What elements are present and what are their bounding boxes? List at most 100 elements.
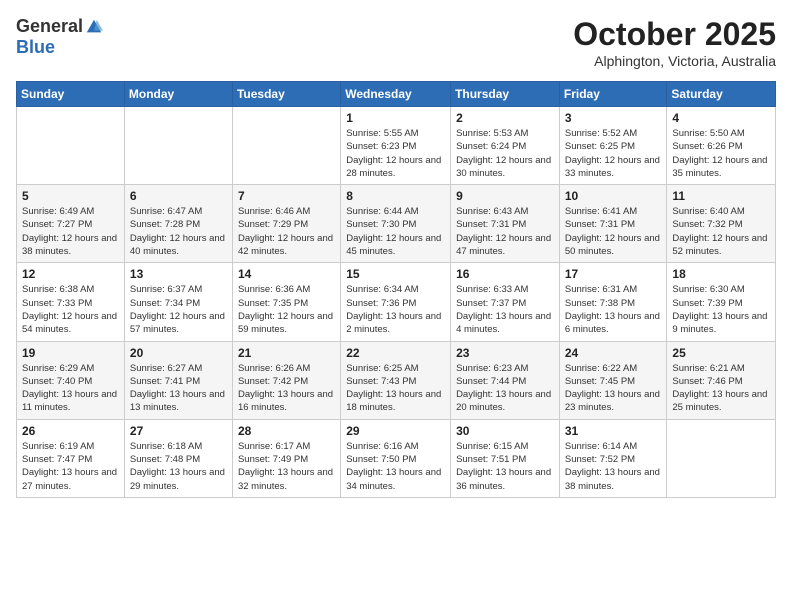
day-number: 28 — [238, 424, 335, 438]
title-area: October 2025 Alphington, Victoria, Austr… — [573, 16, 776, 69]
day-info: Sunrise: 6:17 AM Sunset: 7:49 PM Dayligh… — [238, 440, 335, 493]
day-number: 29 — [346, 424, 445, 438]
day-info: Sunrise: 6:21 AM Sunset: 7:46 PM Dayligh… — [672, 362, 770, 415]
day-info: Sunrise: 6:49 AM Sunset: 7:27 PM Dayligh… — [22, 205, 119, 258]
day-number: 9 — [456, 189, 554, 203]
calendar-cell: 8Sunrise: 6:44 AM Sunset: 7:30 PM Daylig… — [341, 185, 451, 263]
day-info: Sunrise: 6:31 AM Sunset: 7:38 PM Dayligh… — [565, 283, 662, 336]
calendar-cell: 11 Sunrise: 6:40 AM Sunset: 7:32 PM Dayli… — [667, 185, 776, 263]
calendar-cell: 22Sunrise: 6:25 AM Sunset: 7:43 PM Dayli… — [341, 341, 451, 419]
day-info: Sunrise: 6:22 AM Sunset: 7:45 PM Dayligh… — [565, 362, 662, 415]
calendar-week-row: 19 Sunrise: 6:29 AM Sunset: 7:40 PM Dayli… — [17, 341, 776, 419]
day-number: 27 — [130, 424, 227, 438]
day-number: 24 — [565, 346, 662, 360]
calendar-cell: 7 Sunrise: 6:46 AM Sunset: 7:29 PM Daylig… — [232, 185, 340, 263]
day-info: Sunrise: 6:29 AM Sunset: 7:40 PM Dayligh… — [22, 362, 119, 415]
logo-general-text: General — [16, 16, 83, 37]
calendar-cell: 21 Sunrise: 6:26 AM Sunset: 7:42 PM Dayli… — [232, 341, 340, 419]
day-number: 2 — [456, 111, 554, 125]
calendar-cell: 5 Sunrise: 6:49 AM Sunset: 7:27 PM Daylig… — [17, 185, 125, 263]
calendar-cell: 10 Sunrise: 6:41 AM Sunset: 7:31 PM Dayli… — [559, 185, 667, 263]
calendar-cell — [17, 107, 125, 185]
calendar-cell: 26 Sunrise: 6:19 AM Sunset: 7:47 PM Dayli… — [17, 419, 125, 497]
weekday-header-sunday: Sunday — [17, 82, 125, 107]
day-info: Sunrise: 6:19 AM Sunset: 7:47 PM Dayligh… — [22, 440, 119, 493]
calendar-cell: 29 Sunrise: 6:16 AM Sunset: 7:50 PM Dayli… — [341, 419, 451, 497]
day-number: 11 — [672, 189, 770, 203]
day-info: Sunrise: 6:23 AM Sunset: 7:44 PM Dayligh… — [456, 362, 554, 415]
day-number: 26 — [22, 424, 119, 438]
day-number: 6 — [130, 189, 227, 203]
day-info: Sunrise: 6:15 AM Sunset: 7:51 PM Dayligh… — [456, 440, 554, 493]
calendar-cell: 6 Sunrise: 6:47 AM Sunset: 7:28 PM Daylig… — [124, 185, 232, 263]
calendar-cell: 9 Sunrise: 6:43 AM Sunset: 7:31 PM Daylig… — [451, 185, 560, 263]
calendar-cell: 14 Sunrise: 6:36 AM Sunset: 7:35 PM Dayli… — [232, 263, 340, 341]
day-number: 23 — [456, 346, 554, 360]
month-year-title: October 2025 — [573, 16, 776, 53]
calendar-cell: 2 Sunrise: 5:53 AM Sunset: 6:24 PM Daylig… — [451, 107, 560, 185]
logo: General Blue — [16, 16, 103, 58]
calendar-cell — [124, 107, 232, 185]
page-header: General Blue October 2025 Alphington, Vi… — [16, 16, 776, 69]
day-number: 5 — [22, 189, 119, 203]
day-number: 7 — [238, 189, 335, 203]
calendar-week-row: 12 Sunrise: 6:38 AM Sunset: 7:33 PM Dayli… — [17, 263, 776, 341]
day-number: 8 — [346, 189, 445, 203]
day-info: Sunrise: 5:52 AM Sunset: 6:25 PM Dayligh… — [565, 127, 662, 180]
day-info: Sunrise: 6:27 AM Sunset: 7:41 PM Dayligh… — [130, 362, 227, 415]
weekday-header-saturday: Saturday — [667, 82, 776, 107]
day-info: Sunrise: 5:53 AM Sunset: 6:24 PM Dayligh… — [456, 127, 554, 180]
day-info: Sunrise: 5:55 AM Sunset: 6:23 PM Dayligh… — [346, 127, 445, 180]
day-number: 19 — [22, 346, 119, 360]
day-info: Sunrise: 6:18 AM Sunset: 7:48 PM Dayligh… — [130, 440, 227, 493]
weekday-header-monday: Monday — [124, 82, 232, 107]
day-number: 31 — [565, 424, 662, 438]
day-number: 3 — [565, 111, 662, 125]
day-info: Sunrise: 6:16 AM Sunset: 7:50 PM Dayligh… — [346, 440, 445, 493]
day-number: 12 — [22, 267, 119, 281]
day-info: Sunrise: 6:36 AM Sunset: 7:35 PM Dayligh… — [238, 283, 335, 336]
calendar-week-row: 5 Sunrise: 6:49 AM Sunset: 7:27 PM Daylig… — [17, 185, 776, 263]
day-number: 15 — [346, 267, 445, 281]
day-number: 16 — [456, 267, 554, 281]
weekday-header-wednesday: Wednesday — [341, 82, 451, 107]
day-info: Sunrise: 6:46 AM Sunset: 7:29 PM Dayligh… — [238, 205, 335, 258]
calendar-cell: 17Sunrise: 6:31 AM Sunset: 7:38 PM Dayli… — [559, 263, 667, 341]
calendar-cell: 15 Sunrise: 6:34 AM Sunset: 7:36 PM Dayli… — [341, 263, 451, 341]
weekday-header-friday: Friday — [559, 82, 667, 107]
day-number: 10 — [565, 189, 662, 203]
calendar-cell: 20 Sunrise: 6:27 AM Sunset: 7:41 PM Dayli… — [124, 341, 232, 419]
day-info: Sunrise: 6:30 AM Sunset: 7:39 PM Dayligh… — [672, 283, 770, 336]
weekday-header-tuesday: Tuesday — [232, 82, 340, 107]
day-info: Sunrise: 6:40 AM Sunset: 7:32 PM Dayligh… — [672, 205, 770, 258]
day-info: Sunrise: 6:14 AM Sunset: 7:52 PM Dayligh… — [565, 440, 662, 493]
calendar-cell — [667, 419, 776, 497]
day-info: Sunrise: 6:38 AM Sunset: 7:33 PM Dayligh… — [22, 283, 119, 336]
day-info: Sunrise: 6:25 AM Sunset: 7:43 PM Dayligh… — [346, 362, 445, 415]
calendar-cell: 25Sunrise: 6:21 AM Sunset: 7:46 PM Dayli… — [667, 341, 776, 419]
calendar-cell: 18 Sunrise: 6:30 AM Sunset: 7:39 PM Dayli… — [667, 263, 776, 341]
day-number: 20 — [130, 346, 227, 360]
day-info: Sunrise: 6:43 AM Sunset: 7:31 PM Dayligh… — [456, 205, 554, 258]
weekday-header-thursday: Thursday — [451, 82, 560, 107]
calendar-cell: 28 Sunrise: 6:17 AM Sunset: 7:49 PM Dayli… — [232, 419, 340, 497]
logo-icon — [85, 18, 103, 36]
calendar-cell: 13Sunrise: 6:37 AM Sunset: 7:34 PM Dayli… — [124, 263, 232, 341]
calendar-cell: 30Sunrise: 6:15 AM Sunset: 7:51 PM Dayli… — [451, 419, 560, 497]
calendar-cell: 12 Sunrise: 6:38 AM Sunset: 7:33 PM Dayli… — [17, 263, 125, 341]
calendar-cell: 1Sunrise: 5:55 AM Sunset: 6:23 PM Daylig… — [341, 107, 451, 185]
day-number: 18 — [672, 267, 770, 281]
day-number: 14 — [238, 267, 335, 281]
weekday-header-row: SundayMondayTuesdayWednesdayThursdayFrid… — [17, 82, 776, 107]
day-number: 13 — [130, 267, 227, 281]
day-info: Sunrise: 6:34 AM Sunset: 7:36 PM Dayligh… — [346, 283, 445, 336]
day-number: 21 — [238, 346, 335, 360]
calendar-week-row: 1Sunrise: 5:55 AM Sunset: 6:23 PM Daylig… — [17, 107, 776, 185]
day-info: Sunrise: 6:47 AM Sunset: 7:28 PM Dayligh… — [130, 205, 227, 258]
calendar-cell — [232, 107, 340, 185]
day-info: Sunrise: 6:41 AM Sunset: 7:31 PM Dayligh… — [565, 205, 662, 258]
calendar-week-row: 26 Sunrise: 6:19 AM Sunset: 7:47 PM Dayli… — [17, 419, 776, 497]
calendar-cell: 16Sunrise: 6:33 AM Sunset: 7:37 PM Dayli… — [451, 263, 560, 341]
calendar-cell: 23 Sunrise: 6:23 AM Sunset: 7:44 PM Dayli… — [451, 341, 560, 419]
day-info: Sunrise: 6:26 AM Sunset: 7:42 PM Dayligh… — [238, 362, 335, 415]
